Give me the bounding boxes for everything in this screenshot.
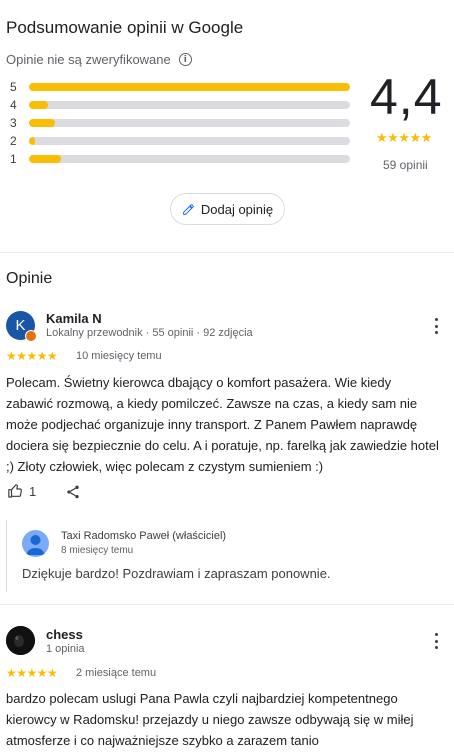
review-text: bardzo polecam uslugi Pana Pawla czyli n… (6, 688, 414, 751)
review-count[interactable]: 59 opinii (383, 158, 428, 172)
rating-bar-5[interactable]: 5 (10, 78, 350, 96)
like-button[interactable]: 1 (7, 483, 36, 499)
review-text-line: dociera się bezpiecznie do celu. A i por… (6, 438, 439, 453)
rating-bar-track (29, 101, 350, 109)
like-count: 1 (29, 483, 37, 499)
reviewer-name[interactable]: Kamila N (46, 311, 102, 326)
review-text-line: może podjechać organizuje inny transport… (6, 417, 418, 432)
thumbs-up-icon (8, 484, 22, 498)
reviewer-meta: Lokalny przewodnik · 55 opinii · 92 zdję… (46, 327, 253, 339)
unverified-note: Opinie nie są zweryfikowane i (6, 52, 192, 67)
pencil-icon (182, 203, 194, 215)
share-icon-svg (67, 485, 79, 499)
more-options-icon[interactable] (435, 633, 439, 649)
rating-bar-1[interactable]: 1 (10, 150, 350, 168)
owner-name: Taxi Radomsko Paweł (właściciel) (61, 530, 227, 542)
review-text-line: zabawić rozmową, a kiedy pomilczeć. Zaws… (6, 396, 418, 411)
reviewer-name[interactable]: chess (46, 627, 83, 642)
rating-bar-track (29, 83, 350, 91)
section-divider (0, 252, 454, 253)
add-review-button[interactable]: Dodaj opinię (170, 193, 285, 225)
owner-reply-time: 8 miesięcy temu (61, 545, 134, 556)
rating-bar-label: 3 (10, 116, 17, 130)
share-icon[interactable] (65, 484, 81, 505)
rating-bar-2[interactable]: 2 (10, 132, 350, 150)
review-stars: ★★★★★ (6, 349, 58, 363)
average-rating-stars: ★★★★★ (376, 130, 432, 146)
review-divider (0, 604, 454, 605)
review-text-line: ;) Złoty człowiek, więc polecam z czysty… (6, 459, 324, 474)
review-text-line: bardzo polecam uslugi Pana Pawla czyli n… (6, 691, 398, 706)
star-rating-display: ★★★★★ (376, 130, 432, 145)
rating-bar-label: 2 (10, 134, 17, 148)
avatar-image-icon (6, 626, 35, 655)
info-icon[interactable]: i (178, 53, 192, 66)
reviewer-meta: 1 opinia (46, 643, 85, 655)
review-time: 10 miesięcy temu (76, 350, 162, 362)
reviewer-avatar[interactable] (6, 626, 35, 655)
review-stars: ★★★★★ (6, 666, 58, 680)
avatar-letter: K (15, 317, 26, 334)
review-text-line: atmosferze i co najważniejsze szybko a z… (6, 733, 319, 748)
add-review-label: Dodaj opinię (200, 201, 274, 217)
rating-bar-label: 1 (10, 152, 17, 166)
rating-bar-fill (29, 101, 49, 109)
owner-reply-text: Dziękuje bardzo! Pozdrawiam i zapraszam … (22, 566, 331, 581)
review-time: 2 miesiące temu (76, 667, 157, 679)
owner-avatar (22, 530, 49, 557)
rating-bar-fill (29, 137, 36, 145)
rating-bar-track (29, 137, 350, 145)
reviewer-avatar[interactable]: K (6, 311, 37, 342)
rating-bar-4[interactable]: 4 (10, 96, 350, 114)
rating-distribution: 5 4 3 2 1 (10, 78, 350, 168)
summary-title: Podsumowanie opinii w Google (6, 18, 244, 37)
rating-bar-label: 5 (10, 80, 17, 94)
average-rating: 4,4 (370, 69, 443, 125)
more-options-icon[interactable] (435, 318, 439, 334)
rating-bar-fill (29, 83, 350, 91)
local-guide-badge-icon (25, 330, 37, 342)
review-text-line: Polecam. Świetny kierowca dbający o komf… (6, 375, 392, 390)
rating-bar-label: 4 (10, 98, 17, 112)
rating-bar-3[interactable]: 3 (10, 114, 350, 132)
reviews-section-title: Opinie (6, 270, 53, 287)
unverified-note-text: Opinie nie są zweryfikowane (6, 52, 171, 67)
rating-bar-fill (29, 155, 62, 163)
review-text-line: kierowcy w Radomsku! przejazdy u niego z… (6, 712, 414, 727)
rating-bar-track (29, 119, 350, 127)
rating-bar-track (29, 155, 350, 163)
rating-bar-fill (29, 119, 55, 127)
review-text: Polecam. Świetny kierowca dbający o komf… (6, 372, 439, 477)
person-icon (26, 535, 45, 555)
